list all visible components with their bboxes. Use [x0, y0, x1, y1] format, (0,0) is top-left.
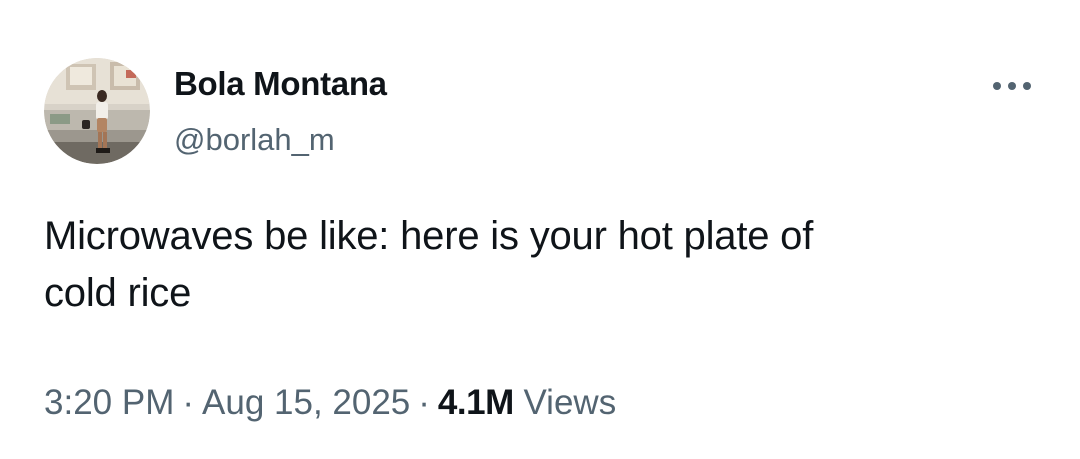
views-label[interactable]: Views [523, 383, 616, 422]
more-options-button[interactable] [984, 66, 1040, 106]
author-handle[interactable]: @borlah_m [174, 118, 335, 162]
avatar[interactable] [44, 58, 150, 164]
views-count[interactable]: 4.1M [438, 383, 514, 422]
tweet-date[interactable]: Aug 15, 2025 [202, 383, 410, 422]
more-horizontal-icon [993, 82, 1031, 90]
tweet-text-line: Microwaves be like: here is your hot pla… [44, 214, 814, 258]
tweet-text-line: cold rice [44, 271, 192, 315]
author-display-name[interactable]: Bola Montana [174, 62, 387, 106]
meta-separator: · [182, 383, 195, 422]
tweet-text: Microwaves be like: here is your hot pla… [44, 208, 1004, 322]
tweet-card: Bola Montana @borlah_m Microwaves be lik… [0, 0, 1080, 459]
tweet-meta: 3:20 PM · Aug 15, 2025 · 4.1M Views [44, 378, 616, 428]
meta-separator: · [418, 383, 430, 422]
profile-photo-icon [44, 58, 150, 164]
tweet-time[interactable]: 3:20 PM [44, 383, 174, 422]
